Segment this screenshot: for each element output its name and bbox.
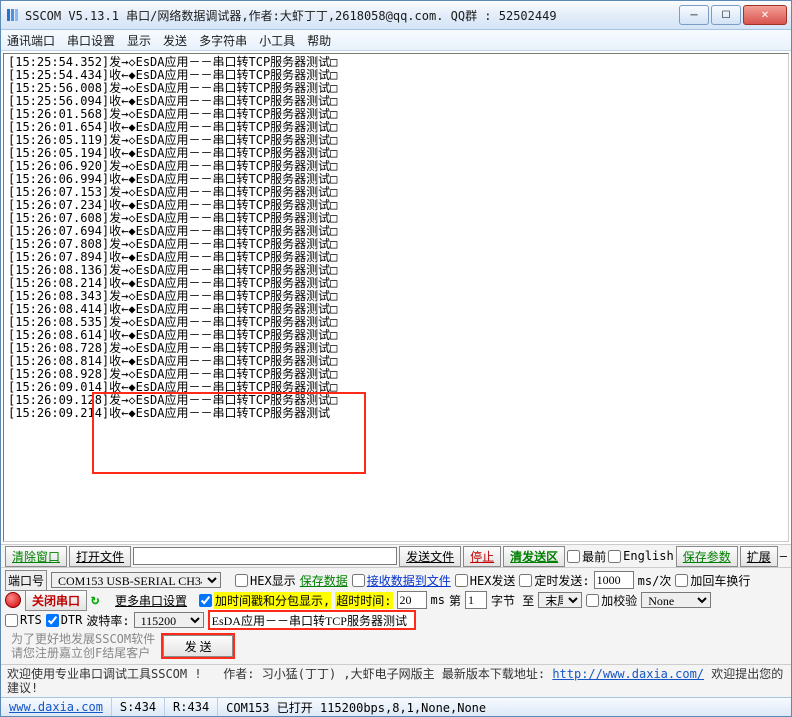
port-select[interactable]: COM153 USB-SERIAL CH340 [51, 572, 221, 588]
menu-port[interactable]: 通讯端口 [7, 32, 55, 49]
tail-select[interactable]: 末尾 [538, 592, 582, 608]
port-label: 端口号 [5, 570, 47, 591]
app-window: SSCOM V5.13.1 串口/网络数据调试器,作者:大虾丁丁,2618058… [0, 0, 792, 717]
status-site[interactable]: www.daxia.com [1, 698, 112, 716]
window-title: SSCOM V5.13.1 串口/网络数据调试器,作者:大虾丁丁,2618058… [25, 7, 679, 24]
english-checkbox[interactable]: English [608, 549, 674, 563]
timeout-label: 超时时间: [335, 592, 392, 609]
toolbar-dash: — [780, 549, 787, 563]
menu-serial[interactable]: 串口设置 [67, 32, 115, 49]
baud-select[interactable]: 115200 [134, 612, 204, 628]
website-link[interactable]: http://www.daxia.com/ [552, 667, 704, 681]
timed-unit-label: ms/次 [638, 572, 672, 589]
title-bar[interactable]: SSCOM V5.13.1 串口/网络数据调试器,作者:大虾丁丁,2618058… [1, 1, 791, 30]
baud-label: 波特率: [86, 612, 129, 629]
menu-help[interactable]: 帮助 [307, 32, 331, 49]
toolbar-row-1: 清除窗口 打开文件 发送文件 停止 清发送区 最前 English 保存参数 扩… [1, 544, 791, 567]
timeout-input[interactable] [397, 591, 427, 609]
extend-button[interactable]: 扩展 [740, 546, 778, 567]
save-data-link[interactable]: 保存数据 [300, 572, 348, 589]
hex-show-checkbox[interactable]: HEX显示 [235, 572, 296, 589]
checksum-select[interactable]: None [641, 592, 711, 608]
promo-line-1: 为了更好地发展SSCOM软件 [11, 632, 155, 646]
send-file-button[interactable]: 发送文件 [399, 546, 461, 567]
maximize-button[interactable]: ☐ [711, 5, 741, 25]
status-sent: S:434 [112, 698, 165, 716]
ms-label: ms [431, 593, 445, 607]
status-recv: R:434 [165, 698, 218, 716]
menu-multistr[interactable]: 多字符串 [199, 32, 247, 49]
timed-interval-input[interactable] [594, 571, 634, 589]
minimize-button[interactable]: ─ [679, 5, 709, 25]
menu-send[interactable]: 发送 [163, 32, 187, 49]
menu-display[interactable]: 显示 [127, 32, 151, 49]
log-textarea[interactable]: [15:25:54.352]发→◇EsDA应用－－串口转TCP服务器测试□ [1… [3, 53, 789, 542]
app-icon [5, 7, 21, 23]
open-file-button[interactable]: 打开文件 [69, 546, 131, 567]
close-port-button[interactable]: 关闭串口 [25, 590, 87, 611]
nth-label: 第 [449, 592, 461, 609]
close-button[interactable]: ✕ [743, 5, 787, 25]
nth-input[interactable] [465, 591, 487, 609]
stop-button[interactable]: 停止 [463, 546, 501, 567]
add-checksum-checkbox[interactable]: 加校验 [586, 592, 637, 609]
footer-note: 为了更好地发展SSCOM软件 请您注册嘉立创F结尾客户 发 送 [5, 630, 787, 662]
file-path-input[interactable] [133, 547, 397, 565]
add-crlf-checkbox[interactable]: 加回车换行 [675, 572, 750, 589]
dtr-checkbox[interactable]: DTR [46, 613, 83, 627]
status-com: COM153 已打开 115200bps,8,1,None,None [218, 698, 791, 716]
clear-send-button[interactable]: 清发送区 [503, 546, 565, 567]
clear-window-button[interactable]: 清除窗口 [5, 546, 67, 567]
timed-send-checkbox[interactable]: 定时发送: [519, 572, 589, 589]
recv-to-file-checkbox[interactable]: 接收数据到文件 [352, 572, 451, 589]
controls-panel: 端口号 COM153 USB-SERIAL CH340 HEX显示 保存数据 接… [1, 567, 791, 664]
ontop-checkbox[interactable]: 最前 [567, 548, 606, 565]
menu-bar: 通讯端口 串口设置 显示 发送 多字符串 小工具 帮助 [1, 30, 791, 51]
send-button[interactable]: 发 送 [163, 635, 233, 657]
hex-send-checkbox[interactable]: HEX发送 [455, 572, 516, 589]
promo-line-2: 请您注册嘉立创F结尾客户 [11, 646, 155, 660]
status-bar: www.daxia.com S:434 R:434 COM153 已打开 115… [1, 697, 791, 716]
rts-checkbox[interactable]: RTS [5, 613, 42, 627]
reload-icon[interactable]: ↻ [91, 593, 105, 607]
more-settings-link[interactable]: 更多串口设置 [115, 592, 187, 609]
send-button-highlight: 发 送 [161, 633, 235, 659]
save-params-button[interactable]: 保存参数 [676, 546, 738, 567]
footer-info: 欢迎使用专业串口调试工具SSCOM ! 作者: 习小猛(丁丁) ,大虾电子网版主… [1, 664, 791, 697]
menu-tools[interactable]: 小工具 [259, 32, 295, 49]
status-dot-icon [5, 592, 21, 608]
send-text-input[interactable] [208, 610, 416, 630]
timestamp-checkbox[interactable]: 加时间戳和分包显示, [199, 592, 331, 609]
byte-label: 字节 至 [491, 592, 534, 609]
